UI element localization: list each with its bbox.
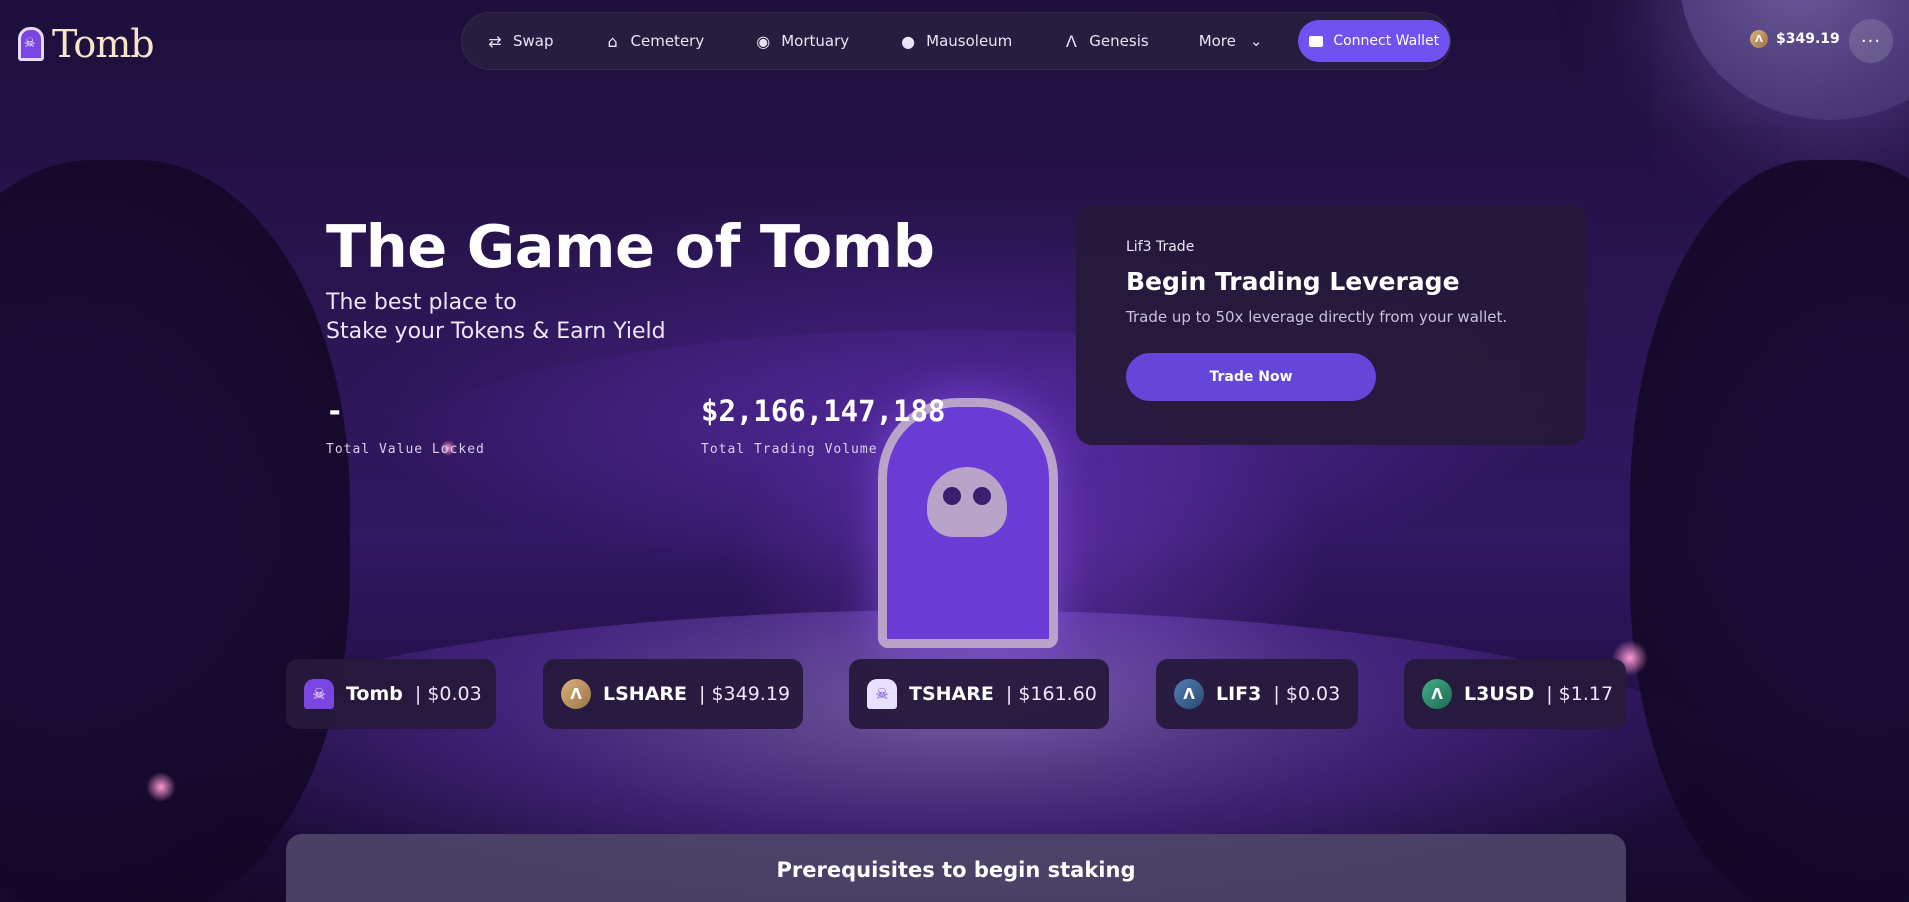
tvl-label: Total Value Locked: [326, 442, 485, 457]
tshare-token-icon: ☠: [867, 679, 897, 709]
nav-item-genesis[interactable]: Λ Genesis: [1062, 31, 1149, 51]
chevron-down-icon: ⌄: [1249, 32, 1263, 50]
hero-subtitle-line: The best place to: [326, 290, 517, 315]
wallet-icon: [1309, 35, 1324, 47]
glowing-orb-decoration: [146, 772, 176, 802]
token-chip-lif3[interactable]: Λ LIF3 | $0.03: [1156, 659, 1358, 729]
tomb-token-icon: ☠: [304, 679, 334, 709]
promo-title: Begin Trading Leverage: [1126, 267, 1460, 296]
cemetery-icon: ⌂: [607, 31, 618, 51]
brand-name: Tomb: [52, 22, 155, 66]
token-chip-tshare[interactable]: ☠ TSHARE | $161.60: [849, 659, 1109, 729]
tomb-logo-icon: [18, 27, 44, 61]
mausoleum-icon: ●: [901, 31, 916, 51]
prerequisites-title: Prerequisites to begin staking: [776, 858, 1136, 882]
nav-item-mortuary[interactable]: ◉ Mortuary: [754, 32, 849, 51]
main-nav: ⇄ Swap ⌂ Cemetery ◉ Mortuary ● Mausoleum…: [461, 12, 1451, 70]
page-title: The Game of Tomb: [326, 212, 935, 281]
token-chip-tomb[interactable]: ☠ Tomb | $0.03: [286, 659, 496, 729]
swap-icon: ⇄: [488, 31, 502, 51]
trading-volume-label: Total Trading Volume: [701, 442, 878, 457]
trading-volume-value: $2,166,147,188: [701, 394, 946, 428]
lif3-token-icon: Λ: [1174, 679, 1204, 709]
token-chip-l3usd[interactable]: Λ L3USD | $1.17: [1404, 659, 1626, 729]
nav-item-label: Mausoleum: [926, 32, 1013, 50]
token-name: Tomb: [346, 683, 403, 705]
token-name: LSHARE: [603, 683, 688, 705]
token-price: | $349.19: [699, 683, 791, 705]
mortuary-icon: ◉: [756, 31, 771, 51]
token-name: L3USD: [1464, 683, 1535, 705]
more-options-button[interactable]: ···: [1849, 19, 1893, 63]
l3usd-token-icon: Λ: [1422, 679, 1452, 709]
prerequisites-panel: Prerequisites to begin staking: [286, 834, 1626, 902]
connect-wallet-button[interactable]: Connect Wallet: [1298, 20, 1450, 62]
nav-item-label: Mortuary: [781, 32, 850, 50]
lshare-token-icon: Λ: [561, 679, 591, 709]
nav-more-label: More: [1198, 32, 1236, 50]
tvl-value: -: [326, 394, 344, 428]
nav-item-cemetery[interactable]: ⌂ Cemetery: [604, 31, 705, 51]
hero-subtitle: The best place to Stake your Tokens & Ea…: [326, 288, 666, 346]
token-name: LIF3: [1216, 683, 1262, 705]
nav-item-label: Swap: [513, 32, 554, 50]
nav-item-swap[interactable]: ⇄ Swap: [486, 31, 554, 51]
tombstone-illustration: [878, 398, 1058, 648]
lshare-price-pill[interactable]: Λ $349.19: [1750, 30, 1840, 48]
token-name: TSHARE: [909, 683, 994, 705]
graveyard-background: [0, 0, 1909, 902]
promo-kicker: Lif3 Trade: [1126, 239, 1195, 255]
genesis-icon: Λ: [1065, 31, 1077, 51]
hero-subtitle-line: Stake your Tokens & Earn Yield: [326, 319, 666, 344]
lshare-price-value: $349.19: [1776, 31, 1840, 47]
lshare-coin-icon: Λ: [1750, 30, 1768, 48]
token-price: | $161.60: [1005, 683, 1097, 705]
nav-item-label: Genesis: [1089, 32, 1149, 50]
token-chip-lshare[interactable]: Λ LSHARE | $349.19: [543, 659, 803, 729]
trade-promo-card: Lif3 Trade Begin Trading Leverage Trade …: [1076, 205, 1586, 445]
nav-item-mausoleum[interactable]: ● Mausoleum: [899, 32, 1012, 51]
token-price: | $1.17: [1546, 683, 1614, 705]
token-price: | $0.03: [1273, 683, 1341, 705]
ellipsis-icon: ···: [1860, 30, 1882, 52]
skull-icon: [927, 467, 1007, 537]
trade-now-button[interactable]: Trade Now: [1126, 353, 1376, 401]
brand-logo[interactable]: Tomb: [18, 22, 155, 66]
token-price: | $0.03: [414, 683, 482, 705]
nav-more-dropdown[interactable]: More ⌄: [1199, 32, 1263, 50]
connect-wallet-label: Connect Wallet: [1333, 33, 1440, 49]
right-foliage-decoration: [1630, 160, 1909, 902]
promo-description: Trade up to 50x leverage directly from y…: [1126, 308, 1508, 326]
nav-item-label: Cemetery: [630, 32, 705, 50]
